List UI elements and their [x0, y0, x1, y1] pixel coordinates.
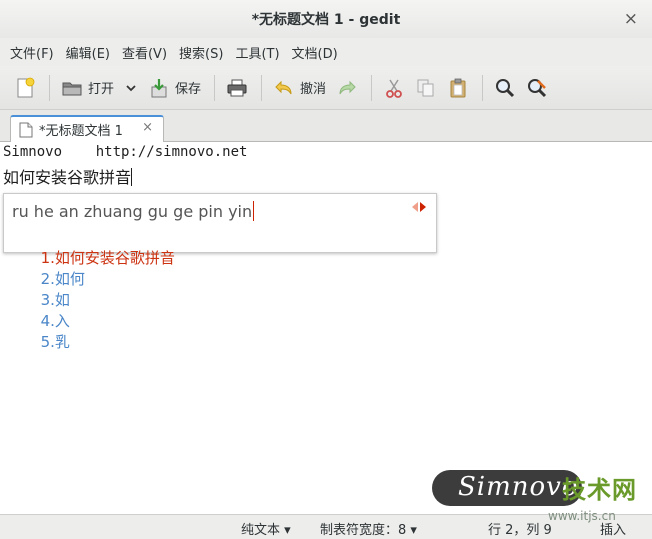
- new-document-button[interactable]: [10, 72, 40, 104]
- watermark-url: www.itjs.cn: [548, 509, 616, 523]
- save-button[interactable]: 保存: [144, 72, 205, 104]
- editor-line-2-text: 如何安装谷歌拼音: [3, 168, 132, 187]
- tab-width-dropdown[interactable]: 制表符宽度：8 ▾: [320, 519, 417, 538]
- ime-candidate-1[interactable]: 1.如何安装谷歌拼音: [41, 249, 175, 267]
- menu-documents[interactable]: 文档(D): [286, 43, 344, 62]
- undo-arrow-icon: [273, 77, 295, 99]
- search-icon: [494, 77, 516, 99]
- ime-page-arrows[interactable]: [412, 202, 426, 212]
- title-bar: *无标题文档 1 - gedit ×: [0, 0, 652, 38]
- watermark-site-name: 技术网: [562, 476, 637, 504]
- ime-candidate-2[interactable]: 2.如何: [41, 270, 85, 288]
- paste-clipboard-icon: [447, 77, 469, 99]
- editor-line-2: 如何安装谷歌拼音: [3, 164, 133, 188]
- tab-bar: *无标题文档 1 ×: [0, 110, 652, 142]
- open-button[interactable]: 打开: [57, 72, 118, 104]
- window-title: *无标题文档 1 - gedit: [251, 12, 401, 28]
- save-label: 保存: [175, 82, 202, 97]
- ime-candidate-5[interactable]: 5.乳: [41, 333, 70, 351]
- watermark-brand: Simnovo: [458, 472, 579, 502]
- document-icon: [19, 122, 33, 138]
- toolbar-separator: [214, 74, 216, 101]
- scissors-icon: [383, 77, 405, 99]
- chevron-down-icon: [124, 77, 138, 99]
- ime-caret: [253, 201, 255, 221]
- print-button[interactable]: [222, 72, 252, 104]
- open-label: 打开: [88, 82, 115, 97]
- menu-edit[interactable]: 编辑(E): [60, 43, 116, 62]
- ime-candidate-3[interactable]: 3.如: [41, 291, 70, 309]
- menu-view[interactable]: 查看(V): [116, 43, 173, 62]
- toolbar: 打开 保存 撤消: [0, 66, 652, 110]
- open-folder-icon: [61, 77, 83, 99]
- text-caret: [131, 168, 133, 186]
- syntax-mode-dropdown[interactable]: 纯文本 ▾: [241, 519, 291, 538]
- find-replace-icon: [526, 77, 548, 99]
- menu-bar: 文件(F) 编辑(E) 查看(V) 搜索(S) 工具(T) 文档(D): [0, 38, 652, 66]
- menu-file[interactable]: 文件(F): [4, 43, 60, 62]
- toolbar-separator: [49, 74, 50, 101]
- save-icon: [148, 77, 170, 99]
- undo-button[interactable]: 撤消: [269, 72, 330, 104]
- watermark-logo: Simnovo 技术网: [432, 468, 648, 510]
- copy-icon: [415, 77, 437, 99]
- toolbar-separator: [482, 74, 484, 101]
- ime-candidate-list: 1.如何安装谷歌拼音 2.如何 3.如 4.入 5.乳: [12, 229, 175, 370]
- ime-next-page-icon[interactable]: [420, 202, 426, 212]
- editor-line-1: Simnovo http://simnovo.net: [3, 144, 248, 160]
- toolbar-separator: [261, 74, 263, 101]
- toolbar-separator: [371, 74, 373, 101]
- menu-search[interactable]: 搜索(S): [173, 43, 229, 62]
- undo-label: 撤消: [300, 82, 327, 97]
- ime-candidate-4[interactable]: 4.入: [41, 312, 70, 330]
- ime-prev-page-icon[interactable]: [412, 202, 418, 212]
- ime-pinyin-text: ru he an zhuang gu ge pin yin: [12, 202, 253, 221]
- cut-button[interactable]: [379, 72, 409, 104]
- ime-pinyin-preedit: ru he an zhuang gu ge pin yin: [12, 201, 255, 221]
- printer-icon: [226, 77, 248, 99]
- tab-close-button[interactable]: ×: [142, 120, 153, 135]
- paste-button[interactable]: [443, 72, 473, 104]
- open-recent-dropdown[interactable]: [120, 72, 142, 104]
- text-editor[interactable]: Simnovo http://simnovo.net 如何安装谷歌拼音 ru h…: [0, 142, 652, 514]
- cursor-position: 行 2，列 9: [488, 523, 552, 538]
- new-document-icon: [14, 77, 36, 99]
- redo-button[interactable]: [332, 72, 362, 104]
- copy-button[interactable]: [411, 72, 441, 104]
- ime-candidate-window: ru he an zhuang gu ge pin yin 1.如何安装谷歌拼音…: [3, 193, 437, 351]
- find-button[interactable]: [490, 72, 520, 104]
- find-replace-button[interactable]: [522, 72, 552, 104]
- tab-untitled-document[interactable]: *无标题文档 1 ×: [10, 115, 164, 142]
- status-bar: 纯文本 ▾ 制表符宽度：8 ▾ 行 2，列 9 插入 www.itjs.cn: [0, 509, 652, 539]
- redo-arrow-icon: [336, 77, 358, 99]
- window-close-button[interactable]: ×: [624, 9, 638, 29]
- tab-label: *无标题文档 1: [39, 124, 123, 139]
- menu-tools[interactable]: 工具(T): [229, 43, 285, 62]
